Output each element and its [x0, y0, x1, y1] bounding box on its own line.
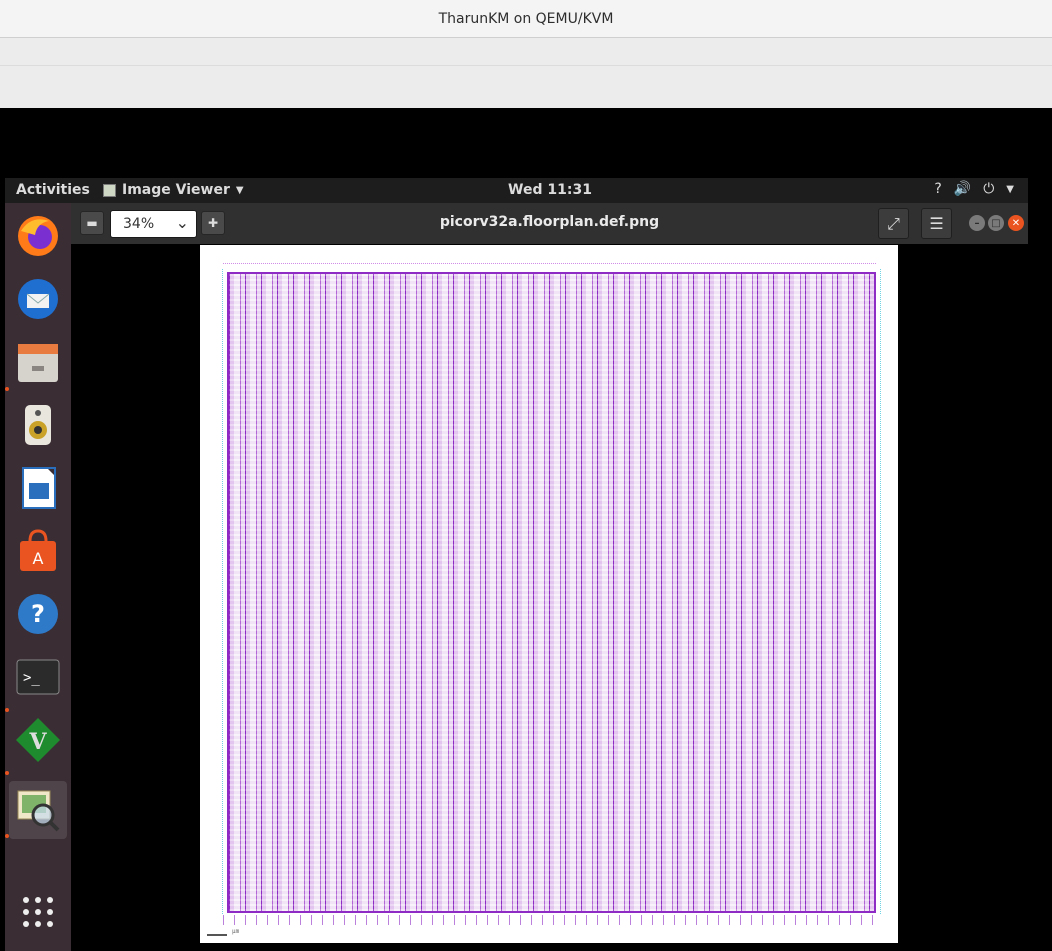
- maximize-icon: □: [991, 217, 1001, 229]
- bottom-io-pins: [223, 915, 876, 925]
- dock-terminal[interactable]: >_: [9, 648, 67, 706]
- dock-thunderbird[interactable]: [9, 270, 67, 328]
- image-viewer-icon: [17, 790, 60, 832]
- power-icon[interactable]: ⏻: [983, 181, 994, 197]
- dock-image-viewer[interactable]: [9, 781, 67, 839]
- left-io-pins: [222, 269, 226, 914]
- show-applications-button[interactable]: [9, 883, 67, 941]
- clock[interactable]: Wed 11:31: [5, 182, 1028, 198]
- scale-bar: [207, 934, 227, 936]
- chevron-down-icon[interactable]: ▼: [1006, 184, 1014, 197]
- minimize-button[interactable]: –: [969, 215, 985, 231]
- close-button[interactable]: ✕: [1008, 215, 1024, 231]
- dock-help[interactable]: ?: [9, 585, 67, 643]
- dock-vim[interactable]: V: [9, 711, 67, 769]
- right-io-pins: [877, 269, 881, 914]
- thunderbird-icon: [18, 279, 58, 319]
- floorplan-core-area: [227, 272, 876, 913]
- dock-files[interactable]: [9, 333, 67, 391]
- minimize-icon: –: [974, 217, 980, 229]
- dock-writer[interactable]: [9, 459, 67, 517]
- close-icon: ✕: [1011, 217, 1021, 229]
- menu-button[interactable]: ☰: [921, 208, 952, 239]
- firefox-icon: [18, 216, 58, 256]
- svg-text:A: A: [33, 549, 44, 568]
- hamburger-icon: ☰: [929, 214, 944, 233]
- writer-document-icon: [22, 467, 56, 509]
- gnome-top-bar: Activities Image Viewer ▼ Wed 11:31 ? 🔊 …: [5, 178, 1028, 203]
- files-icon: [18, 344, 58, 382]
- running-indicator: [5, 771, 9, 775]
- top-io-pins: [223, 263, 876, 269]
- scale-label: μm: [232, 928, 240, 935]
- help-icon: ?: [18, 594, 58, 634]
- accessibility-icon[interactable]: ?: [934, 181, 941, 197]
- floorplan-image: μm: [200, 245, 898, 943]
- fullscreen-button[interactable]: ⤢: [878, 208, 909, 239]
- running-indicator: [5, 708, 9, 712]
- app-grid-icon: [23, 897, 53, 927]
- image-canvas[interactable]: μm: [71, 244, 1028, 951]
- host-window-title: TharunKM on QEMU/KVM: [438, 10, 614, 27]
- terminal-icon: >_: [16, 659, 60, 695]
- dock-software[interactable]: A: [9, 522, 67, 580]
- system-tray[interactable]: ? 🔊 ⏻ ▼: [934, 181, 1014, 197]
- maximize-button[interactable]: □: [988, 215, 1004, 231]
- guest-desktop: Activities Image Viewer ▼ Wed 11:31 ? 🔊 …: [5, 178, 1028, 951]
- speaker-icon: [25, 405, 51, 445]
- svg-text:>_: >_: [23, 670, 40, 686]
- shopping-bag-icon: A: [20, 529, 56, 571]
- dock-firefox[interactable]: [9, 207, 67, 265]
- host-toolbar: [0, 66, 1052, 108]
- dock-rhythmbox[interactable]: [9, 396, 67, 454]
- svg-text:V: V: [28, 729, 47, 755]
- dock: A ? >_ V: [5, 203, 71, 951]
- image-viewer-headerbar: ▬ 34% ⌄ ✚ picorv32a.floorplan.def.png ⤢ …: [71, 203, 1028, 244]
- cell-rows: [229, 274, 874, 911]
- fullscreen-icon: ⤢: [887, 213, 900, 233]
- host-menubar: [0, 38, 1052, 66]
- svg-text:?: ?: [31, 600, 45, 628]
- host-titlebar: TharunKM on QEMU/KVM: [0, 0, 1052, 38]
- volume-icon[interactable]: 🔊: [954, 181, 971, 197]
- vim-icon: V: [16, 718, 60, 762]
